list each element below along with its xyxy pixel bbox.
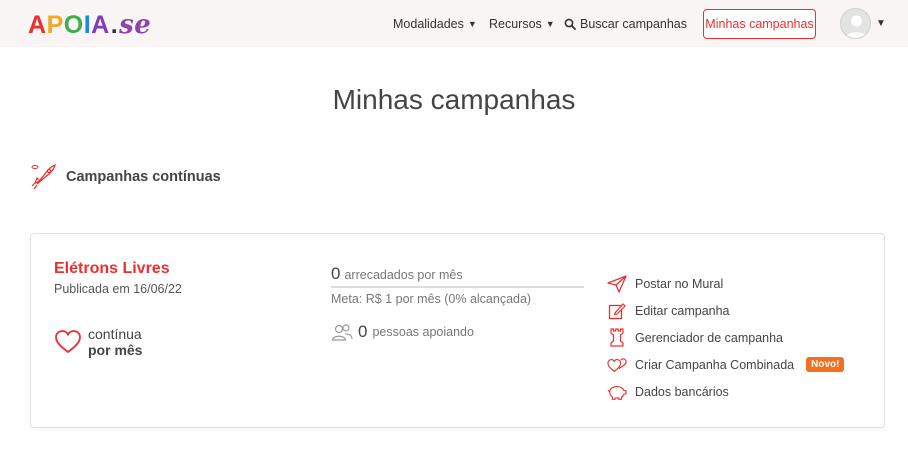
search-icon	[564, 18, 576, 30]
page-title: Minhas campanhas	[332, 84, 576, 115]
raised-amount: 0	[331, 264, 341, 283]
campaign-actions: Postar no Mural Editar campanha Gerencia…	[607, 270, 845, 405]
action-post-mural-label: Postar no Mural	[635, 276, 724, 291]
supporters-count: 0	[358, 322, 368, 341]
action-edit-campaign-label: Editar campanha	[635, 303, 730, 318]
campaign-card: Elétrons Livres Publicada em 16/06/22 co…	[30, 233, 885, 428]
caret-down-icon: ▼	[467, 18, 477, 29]
action-campaign-manager[interactable]: Gerenciador de campanha	[607, 324, 844, 351]
supporters-summary: 0 pessoas apoiando	[331, 322, 474, 342]
chess-rook-icon	[610, 328, 624, 347]
user-menu-caret-icon[interactable]: ▼	[876, 18, 886, 29]
campaign-name-link[interactable]: Elétrons Livres	[54, 260, 170, 278]
user-silhouette-icon	[845, 15, 868, 38]
campaign-type-line1: contínua	[88, 326, 142, 342]
hearts-icon	[607, 357, 627, 372]
action-post-mural[interactable]: Postar no Mural	[607, 270, 844, 297]
action-edit-campaign[interactable]: Editar campanha	[607, 297, 844, 324]
action-combined-campaign-label: Criar Campanha Combinada	[635, 357, 795, 372]
piggy-bank-icon	[607, 385, 627, 400]
action-bank-details-label: Dados bancários	[635, 384, 729, 399]
nav-search-campaigns[interactable]: Buscar campanhas	[564, 0, 687, 47]
section-header: Campanhas contínuas	[28, 162, 221, 192]
nav-search-label: Buscar campanhas	[580, 16, 688, 31]
campaign-published-date: Publicada em 16/06/22	[54, 282, 182, 296]
raised-label: arrecadados por mês	[344, 268, 463, 282]
section-title: Campanhas contínuas	[66, 169, 221, 185]
action-combined-campaign[interactable]: Criar Campanha Combinada Novo!	[607, 351, 845, 378]
new-badge: Novo!	[806, 357, 845, 372]
supporters-label: pessoas apoiando	[372, 325, 474, 339]
top-navbar: A P O I A. se Modalidades ▼ Recursos ▼ Buscar…	[0, 0, 908, 47]
campaign-type-line2: por mês	[88, 342, 143, 358]
nav-recursos[interactable]: Recursos ▼	[489, 0, 555, 47]
caret-down-icon: ▼	[545, 18, 555, 29]
action-bank-details[interactable]: Dados bancários	[607, 378, 844, 405]
my-campaigns-button[interactable]: Minhas campanhas	[703, 9, 816, 39]
action-campaign-manager-label: Gerenciador de campanha	[635, 330, 784, 345]
nav-recursos-label: Recursos	[489, 16, 542, 31]
edit-icon	[608, 302, 626, 319]
heart-icon	[55, 330, 81, 354]
nav-modalidades[interactable]: Modalidades ▼	[393, 0, 477, 47]
paper-plane-icon	[607, 274, 627, 293]
goal-text: Meta: R$ 1 por mês (0% alcançada)	[331, 292, 532, 306]
apoia-se-logo[interactable]: A P O I A. se	[28, 10, 151, 40]
user-avatar[interactable]	[840, 8, 871, 39]
rocket-icon	[31, 164, 56, 190]
raised-summary: 0 arrecadados por mês	[331, 264, 584, 288]
campaign-type: contínua por mês	[54, 326, 142, 358]
nav-modalidades-label: Modalidades	[393, 16, 464, 31]
people-icon	[331, 324, 353, 341]
